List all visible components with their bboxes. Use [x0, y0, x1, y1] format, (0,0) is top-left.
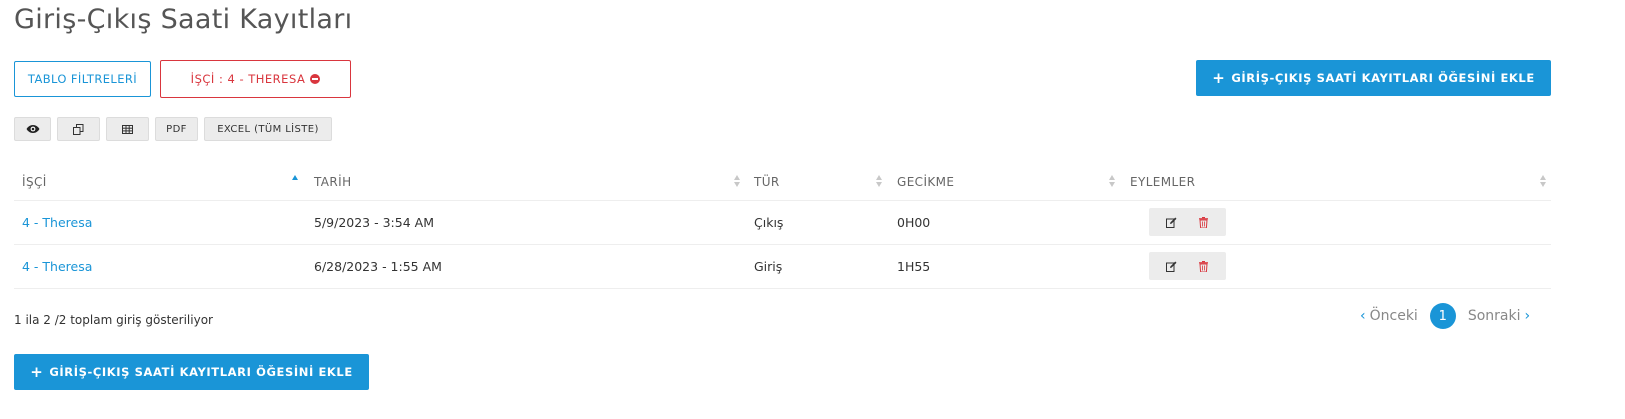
next-label: Sonraki [1467, 308, 1521, 324]
sort-icon[interactable] [1540, 175, 1547, 189]
table-header: İŞÇİ TARİH TÜR GECİKME EYLEMLER [14, 161, 1551, 201]
column-visibility-button[interactable] [14, 117, 51, 141]
plus-icon: + [1212, 68, 1226, 87]
records-table: İŞÇİ TARİH TÜR GECİKME EYLEMLER 4 - Ther… [14, 161, 1551, 289]
copy-icon [73, 123, 84, 135]
row-actions [1149, 208, 1226, 236]
table-filters-label: TABLO FİLTRELERİ [27, 72, 138, 86]
table-filters-button[interactable]: TABLO FİLTRELERİ [14, 61, 151, 97]
active-filter-button[interactable]: İŞÇİ : 4 - THERESA [160, 60, 351, 98]
trash-icon [1199, 216, 1209, 228]
table-info: 1 ila 2 /2 toplam giriş gösteriliyor [14, 313, 213, 327]
remove-filter-icon[interactable] [310, 74, 321, 84]
current-page-button[interactable]: 1 [1429, 303, 1456, 329]
edit-button[interactable] [1159, 210, 1183, 234]
pagination: ‹ Önceki 1 Sonraki › [1360, 303, 1530, 329]
add-record-label: GİRİŞ-ÇIKIŞ SAATİ KAYITLARI ÖĞESİNİ EKLE [49, 365, 353, 379]
page-title: Giriş-Çıkış Saati Kayıtları [14, 4, 353, 35]
type-cell: Giriş [754, 259, 783, 274]
column-header-type[interactable]: TÜR [754, 175, 780, 189]
pdf-export-button[interactable]: PDF [155, 117, 198, 141]
date-cell: 5/9/2023 - 3:54 AM [314, 215, 434, 230]
plus-icon: + [30, 362, 44, 381]
date-cell: 6/28/2023 - 1:55 AM [314, 259, 442, 274]
chevron-right-icon: › [1524, 308, 1531, 324]
delay-cell: 1H55 [897, 259, 931, 274]
export-toolbar: PDF EXCEL (TÜM LİSTE) [14, 117, 332, 141]
column-header-delay[interactable]: GECİKME [897, 175, 954, 189]
sort-icon[interactable] [876, 175, 883, 189]
next-page-button[interactable]: Sonraki › [1468, 308, 1530, 324]
chevron-left-icon: ‹ [1360, 308, 1366, 324]
add-record-label: GİRİŞ-ÇIKIŞ SAATİ KAYITLARI ÖĞESİNİ EKLE [1231, 71, 1535, 85]
excel-export-button[interactable]: EXCEL (TÜM LİSTE) [204, 117, 332, 141]
edit-icon [1165, 261, 1177, 272]
edit-button[interactable] [1159, 254, 1183, 278]
previous-page-button[interactable]: ‹ Önceki [1360, 308, 1418, 324]
worker-link[interactable]: 4 - Theresa [22, 259, 92, 274]
trash-icon [1199, 260, 1209, 272]
active-filter-label: İŞÇİ : 4 - THERESA [190, 72, 306, 86]
previous-label: Önceki [1369, 308, 1418, 324]
sort-ascending-icon[interactable] [292, 175, 299, 181]
column-header-actions: EYLEMLER [1130, 175, 1196, 189]
table-row: 4 - Theresa 5/9/2023 - 3:54 AM Çıkış 0H0… [14, 201, 1551, 245]
excel-label: EXCEL (TÜM LİSTE) [217, 123, 319, 135]
type-cell: Çıkış [754, 215, 784, 230]
table-icon [122, 124, 133, 134]
sort-icon[interactable] [1109, 175, 1116, 189]
column-header-date[interactable]: TARİH [314, 175, 352, 189]
add-record-button-bottom[interactable]: + GİRİŞ-ÇIKIŞ SAATİ KAYITLARI ÖĞESİNİ EK… [14, 354, 369, 390]
table-row: 4 - Theresa 6/28/2023 - 1:55 AM Giriş 1H… [14, 245, 1551, 289]
sort-icon[interactable] [734, 175, 741, 189]
copy-button[interactable] [57, 117, 100, 141]
delete-button[interactable] [1192, 254, 1216, 278]
add-record-button-top[interactable]: + GİRİŞ-ÇIKIŞ SAATİ KAYITLARI ÖĞESİNİ EK… [1196, 60, 1551, 96]
pdf-label: PDF [166, 123, 187, 135]
eye-icon [26, 125, 39, 133]
column-header-worker[interactable]: İŞÇİ [22, 175, 47, 189]
worker-link[interactable]: 4 - Theresa [22, 215, 92, 230]
delete-button[interactable] [1192, 210, 1216, 234]
delay-cell: 0H00 [897, 215, 931, 230]
edit-icon [1165, 217, 1177, 228]
csv-export-button[interactable] [106, 117, 149, 141]
row-actions [1149, 252, 1226, 280]
